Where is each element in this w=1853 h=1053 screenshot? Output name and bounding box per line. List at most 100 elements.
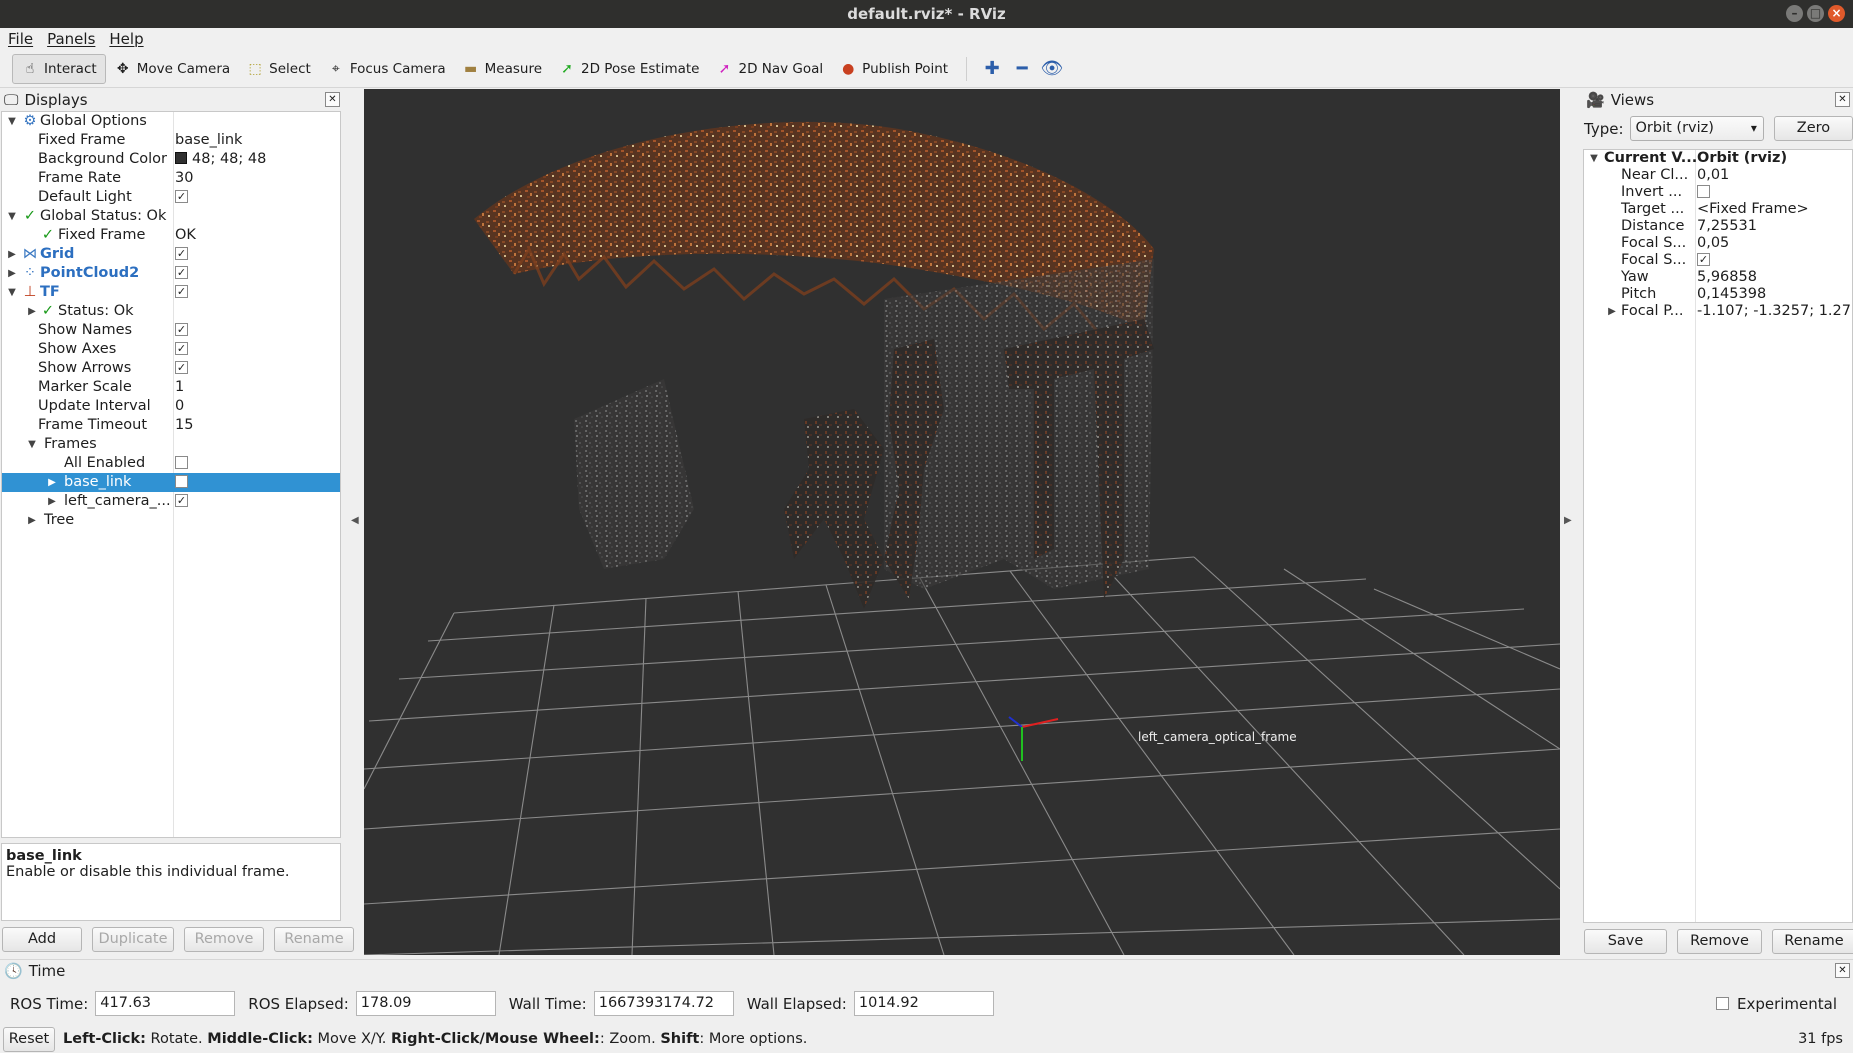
default-light-checkbox[interactable]: ✓ [175,189,188,203]
move-camera-tool-button[interactable]: ✥ Move Camera [106,54,238,84]
focal-shape-size-value[interactable]: 0,05 [1697,235,1729,252]
show-arrows-checkbox[interactable]: ✓ [175,360,188,374]
tree-row-frames[interactable]: ▼ Frames [2,435,340,454]
pitch-value[interactable]: 0,145398 [1697,286,1766,303]
background-color-value[interactable]: 48; 48; 48 [175,150,266,169]
left-camera-checkbox[interactable]: ✓ [175,493,188,507]
views-row-focal-point[interactable]: ▶ Focal P... -1.107; -1.3257; 1.27... [1584,303,1852,320]
tree-row-tf[interactable]: ▼ ⊥ TF ✓ [2,283,340,302]
add-display-button[interactable]: Add [2,927,82,952]
expand-arrow-icon[interactable]: ▼ [6,207,18,226]
tree-row-all-enabled[interactable]: All Enabled [2,454,340,473]
wall-time-field[interactable]: 1667393174.72 [593,991,734,1016]
pointcloud2-checkbox[interactable]: ✓ [175,265,188,279]
menu-panels[interactable]: Panels [47,28,95,50]
remove-view-button[interactable]: Remove [1677,929,1762,954]
minimize-icon[interactable]: – [1786,5,1803,22]
tree-row-grid[interactable]: ▶ ⋈ Grid ✓ [2,245,340,264]
save-view-button[interactable]: Save [1584,929,1667,954]
tree-row-fixed-frame[interactable]: Fixed Frame base_link [2,131,340,150]
target-frame-value[interactable]: <Fixed Frame> [1697,201,1809,218]
views-row-near-clip[interactable]: Near Cl... 0,01 [1584,167,1852,184]
ros-elapsed-field[interactable]: 178.09 [355,991,496,1016]
invert-z-checkbox[interactable] [1697,184,1710,198]
maximize-icon[interactable]: □ [1807,5,1824,22]
distance-value[interactable]: 7,25531 [1697,218,1757,235]
focal-shape-fixed-checkbox[interactable]: ✓ [1697,252,1710,266]
measure-tool-button[interactable]: ▬ Measure [454,54,550,84]
tree-row-default-light[interactable]: Default Light ✓ [2,188,340,207]
duplicate-display-button[interactable]: Duplicate [92,927,174,952]
yaw-value[interactable]: 5,96858 [1697,269,1757,286]
marker-scale-value[interactable]: 1 [175,378,184,397]
tree-row-status-fixed-frame[interactable]: ✓ Fixed Frame OK [2,226,340,245]
tree-row-background-color[interactable]: Background Color 48; 48; 48 [2,150,340,169]
expand-arrow-icon[interactable]: ▼ [26,435,38,454]
rename-display-button[interactable]: Rename [274,927,354,952]
expand-arrow-icon[interactable]: ▶ [26,302,38,321]
views-row-invert[interactable]: Invert ... [1584,184,1852,201]
views-row-pitch[interactable]: Pitch 0,145398 [1584,286,1852,303]
views-row-target[interactable]: Target ... <Fixed Frame> [1584,201,1852,218]
tree-row-pointcloud2[interactable]: ▶ ⁘ PointCloud2 ✓ [2,264,340,283]
select-tool-button[interactable]: ⬚ Select [238,54,319,84]
fixed-frame-value[interactable]: base_link [175,131,242,150]
all-enabled-checkbox[interactable] [175,455,188,469]
tool-properties-icon[interactable]: 👁 [1037,58,1067,79]
zero-button[interactable]: Zero [1773,116,1853,141]
expand-arrow-icon[interactable]: ▼ [6,283,18,302]
tree-row-left-camera[interactable]: ▶ left_camera_... ✓ [2,492,340,511]
add-tool-icon[interactable]: ✚ [977,58,1007,79]
tree-row-global-options[interactable]: ▼ ⚙ Global Options [2,112,340,131]
show-axes-checkbox[interactable]: ✓ [175,341,188,355]
wall-elapsed-field[interactable]: 1014.92 [853,991,994,1016]
show-names-checkbox[interactable]: ✓ [175,322,188,336]
rename-view-button[interactable]: Rename [1772,929,1853,954]
tf-checkbox[interactable]: ✓ [175,284,188,298]
expand-arrow-icon[interactable]: ▶ [26,511,38,530]
expand-arrow-icon[interactable]: ▶ [6,264,18,283]
tree-row-show-axes[interactable]: Show Axes ✓ [2,340,340,359]
expand-arrow-icon[interactable]: ▼ [1588,150,1600,167]
frame-timeout-value[interactable]: 15 [175,416,193,435]
near-clip-value[interactable]: 0,01 [1697,167,1729,184]
tree-row-marker-scale[interactable]: Marker Scale 1 [2,378,340,397]
expand-arrow-icon[interactable]: ▶ [1606,303,1618,320]
views-row-distance[interactable]: Distance 7,25531 [1584,218,1852,235]
tree-row-base-link[interactable]: ▶ base_link [2,473,340,492]
reset-button[interactable]: Reset [3,1026,55,1052]
interact-tool-button[interactable]: ☝ Interact [12,53,106,84]
focus-camera-tool-button[interactable]: ⌖ Focus Camera [319,54,454,84]
focal-point-value[interactable]: -1.107; -1.3257; 1.27... [1697,303,1852,320]
tree-row-tree[interactable]: ▶ Tree [2,511,340,530]
expand-arrow-icon[interactable]: ▶ [46,473,58,492]
tree-row-update-interval[interactable]: Update Interval 0 [2,397,340,416]
collapse-right-icon[interactable]: ▶ [1564,515,1572,526]
render-viewport[interactable]: left_camera_optical_frame [364,89,1560,955]
expand-arrow-icon[interactable]: ▶ [6,245,18,264]
tree-row-frame-timeout[interactable]: Frame Timeout 15 [2,416,340,435]
grid-checkbox[interactable]: ✓ [175,246,188,260]
tree-row-tf-status[interactable]: ▶ ✓ Status: Ok [2,302,340,321]
menu-file[interactable]: File [8,28,33,50]
views-row-yaw[interactable]: Yaw 5,96858 [1584,269,1852,286]
ros-time-field[interactable]: 417.63 [95,991,236,1016]
views-row-focal-shape-fixed[interactable]: Focal S... ✓ [1584,252,1852,269]
base-link-checkbox[interactable] [175,474,188,488]
collapse-left-icon[interactable]: ◀ [351,515,359,526]
publish-point-tool-button[interactable]: ● Publish Point [831,54,956,84]
close-panel-icon[interactable]: ✕ [1835,963,1850,978]
tree-row-show-arrows[interactable]: Show Arrows ✓ [2,359,340,378]
menu-help[interactable]: Help [109,28,143,50]
remove-tool-icon[interactable]: ━ [1007,58,1037,79]
expand-arrow-icon[interactable]: ▼ [6,112,18,131]
views-row-current-view[interactable]: ▼ Current V... Orbit (rviz) [1584,150,1852,167]
tree-row-show-names[interactable]: Show Names ✓ [2,321,340,340]
close-icon[interactable]: × [1828,5,1845,22]
pose-estimate-tool-button[interactable]: ➚ 2D Pose Estimate [550,54,707,84]
close-panel-icon[interactable]: ✕ [1835,92,1850,107]
close-panel-icon[interactable]: ✕ [325,92,340,107]
tree-row-global-status[interactable]: ▼ ✓ Global Status: Ok [2,207,340,226]
expand-arrow-icon[interactable]: ▶ [46,492,58,511]
tree-row-frame-rate[interactable]: Frame Rate 30 [2,169,340,188]
